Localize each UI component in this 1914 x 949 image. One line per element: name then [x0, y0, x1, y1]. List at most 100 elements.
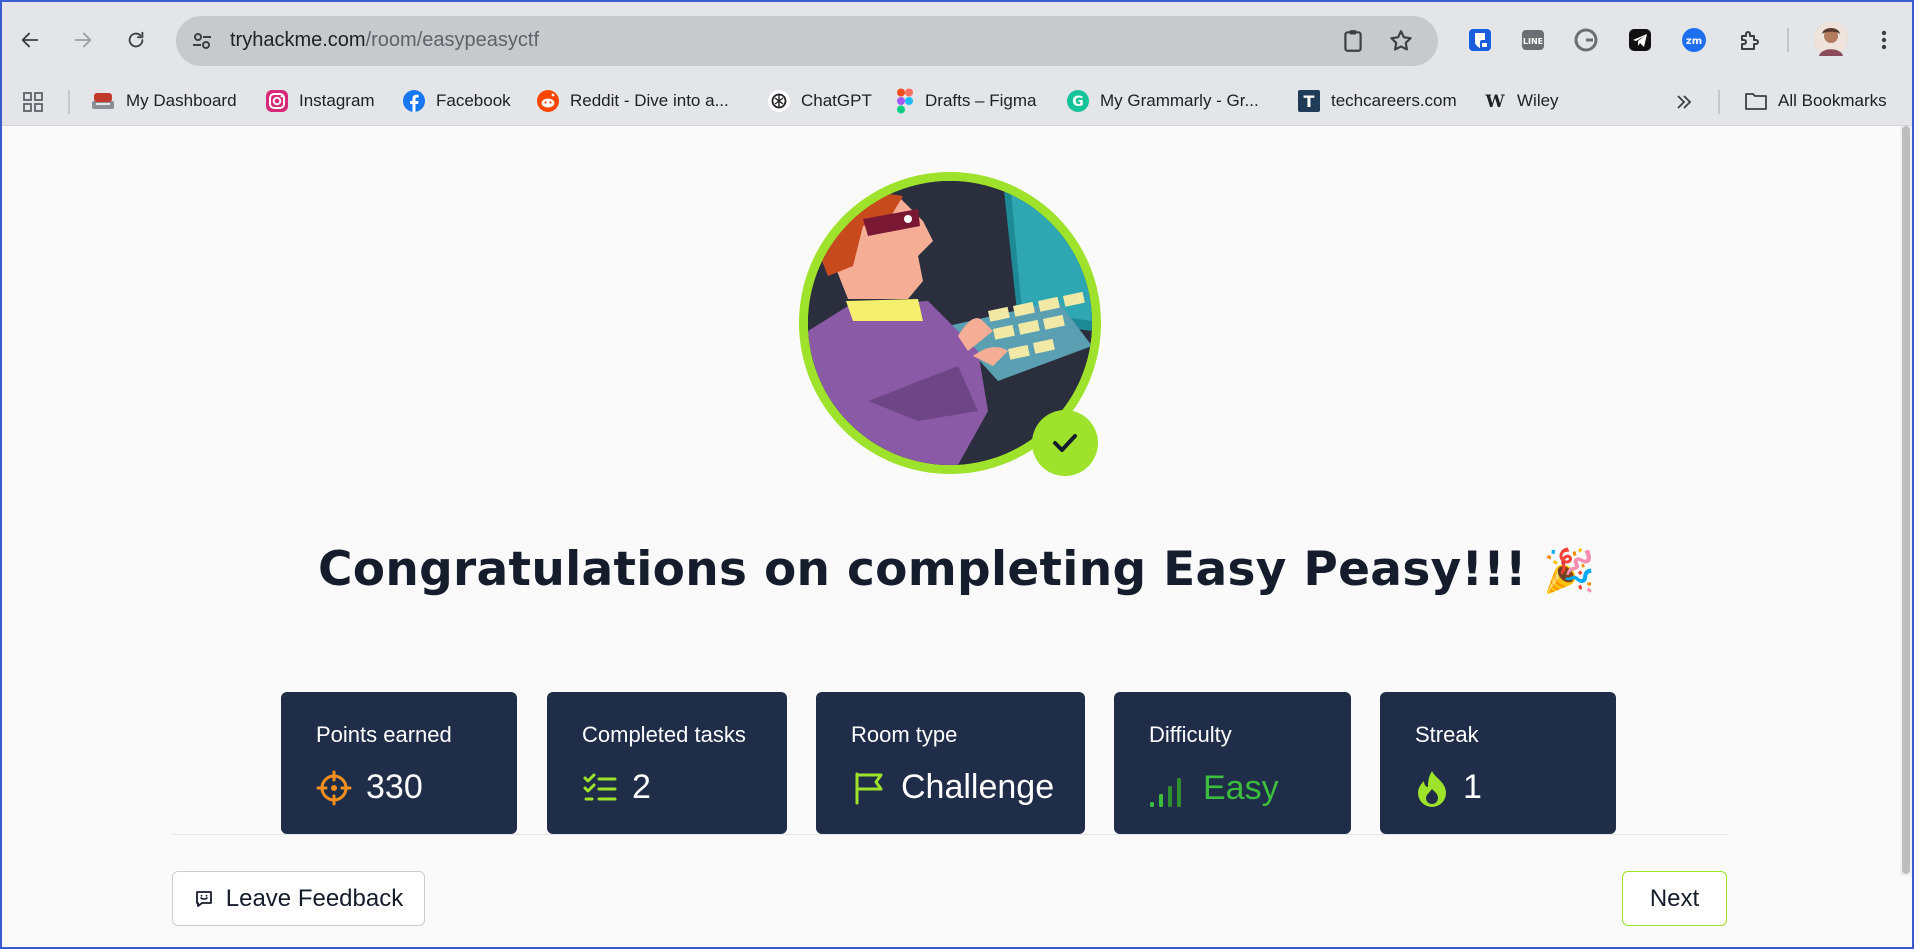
page-title: Congratulations on completing Easy Peasy…	[2, 542, 1912, 597]
bookmark-label: My Grammarly - Gr...	[1100, 91, 1259, 110]
facebook-icon	[403, 90, 425, 112]
bookmark-label: My Dashboard	[126, 91, 237, 110]
instagram-icon	[266, 90, 288, 112]
apps-grid-icon[interactable]	[22, 91, 44, 113]
toolbar-separator	[1787, 28, 1789, 52]
profile-avatar[interactable]	[1814, 22, 1848, 56]
stat-label: Points earned	[316, 722, 452, 747]
all-bookmarks-button[interactable]: All Bookmarks	[1744, 78, 1887, 124]
stat-card-difficulty: Difficulty Easy	[1114, 692, 1351, 834]
title-text: Congratulations on completing Easy Peasy…	[317, 542, 1527, 597]
forward-button[interactable]	[67, 24, 99, 56]
stat-value-row: 2	[582, 768, 651, 807]
browser-window: tryhackme.com/room/easypeasyctf LINE zm	[2, 2, 1912, 947]
reload-icon	[128, 31, 144, 48]
target-icon	[316, 770, 352, 805]
more-vertical-icon	[1881, 30, 1887, 50]
stat-value: 1	[1463, 768, 1482, 806]
line-icon: LINE	[1522, 30, 1544, 50]
completed-check-badge	[1032, 410, 1098, 476]
flame-icon	[1418, 770, 1446, 807]
bookmarks-bar: My Dashboard Instagram Facebook Reddit -…	[2, 78, 1912, 126]
bookmark-grammarly[interactable]: G My Grammarly - Gr...	[1066, 78, 1259, 124]
stat-value: Easy	[1203, 768, 1279, 807]
bookmarks-separator	[1718, 90, 1720, 114]
address-bar[interactable]: tryhackme.com/room/easypeasyctf	[176, 16, 1438, 66]
leave-feedback-button[interactable]: Leave Feedback	[172, 871, 425, 926]
next-button[interactable]: Next	[1622, 871, 1727, 926]
bookmarks-separator	[68, 90, 70, 114]
stat-card-points: Points earned 330	[281, 692, 517, 834]
svg-text:zm: zm	[1686, 36, 1702, 47]
stat-label: Room type	[851, 722, 958, 747]
stat-label: Difficulty	[1149, 722, 1232, 747]
stat-value-row: 1	[1415, 768, 1482, 807]
telegram-extension[interactable]	[1626, 26, 1654, 54]
stat-card-streak: Streak 1	[1380, 692, 1616, 834]
chevron-double-right-icon[interactable]	[1674, 92, 1694, 112]
bookmark-label: Reddit - Dive into a...	[570, 91, 729, 110]
site-settings-icon[interactable]	[190, 29, 214, 53]
bitwarden-icon	[1469, 29, 1491, 51]
bookmark-chatgpt[interactable]: ChatGPT	[767, 78, 872, 124]
bookmark-wiley[interactable]: W Wiley	[1483, 78, 1559, 124]
grammarly-icon	[1574, 28, 1598, 52]
bookmark-label: ChatGPT	[801, 91, 872, 110]
bookmark-label: Instagram	[299, 91, 375, 110]
url-path: /room/easypeasyctf	[365, 29, 540, 51]
bookmark-label: techcareers.com	[1331, 91, 1457, 110]
browser-toolbar: tryhackme.com/room/easypeasyctf LINE zm	[2, 2, 1912, 78]
url-domain: tryhackme.com	[230, 29, 366, 51]
grammarly-icon: G	[1067, 90, 1089, 112]
telegram-icon	[1629, 29, 1651, 51]
line-extension[interactable]: LINE	[1519, 26, 1547, 54]
folder-icon	[1745, 93, 1767, 110]
extensions-button[interactable]	[1736, 26, 1764, 54]
svg-text:G: G	[1072, 94, 1084, 110]
stat-label: Completed tasks	[582, 722, 746, 747]
stat-value: 2	[632, 768, 651, 806]
url-text[interactable]: tryhackme.com/room/easypeasyctf	[230, 29, 539, 52]
arrow-left-icon	[21, 32, 39, 48]
checklist-icon	[583, 773, 617, 800]
svg-text:W: W	[1484, 92, 1505, 112]
chatgpt-icon	[768, 90, 790, 112]
stat-value: 330	[366, 768, 423, 806]
bitwarden-extension[interactable]	[1466, 26, 1494, 54]
bookmark-label: Wiley	[1517, 91, 1559, 110]
dashboard-icon	[92, 93, 114, 109]
scrollbar-thumb[interactable]	[1902, 126, 1910, 874]
bookmark-label: Facebook	[436, 91, 511, 110]
bookmark-facebook[interactable]: Facebook	[402, 78, 511, 124]
bookmark-instagram[interactable]: Instagram	[265, 78, 375, 124]
figma-icon	[897, 88, 913, 114]
wiley-icon: W	[1484, 92, 1505, 112]
bookmark-star-icon[interactable]	[1388, 28, 1414, 54]
bookmark-my-dashboard[interactable]: My Dashboard	[90, 78, 237, 124]
zoom-extension[interactable]: zm	[1680, 26, 1708, 54]
page-scrollbar[interactable]	[1900, 126, 1912, 876]
stat-card-room-type: Room type Challenge	[816, 692, 1085, 834]
stat-value: Challenge	[901, 768, 1055, 806]
bookmark-label: Drafts – Figma	[925, 91, 1037, 110]
bookmark-techcareers[interactable]: T techcareers.com	[1297, 78, 1457, 124]
stat-card-tasks: Completed tasks 2	[547, 692, 787, 834]
reload-button[interactable]	[120, 24, 152, 56]
next-label: Next	[1649, 884, 1700, 912]
feedback-icon	[195, 890, 212, 907]
browser-menu-button[interactable]	[1870, 26, 1898, 54]
check-icon	[1053, 434, 1077, 452]
back-button[interactable]	[14, 24, 46, 56]
svg-text:T: T	[1304, 92, 1315, 111]
bookmark-reddit[interactable]: Reddit - Dive into a...	[536, 78, 729, 124]
party-popper-icon: 🎉	[1543, 546, 1597, 595]
clipboard-icon[interactable]	[1340, 28, 1366, 54]
grammarly-extension[interactable]	[1572, 26, 1600, 54]
techcareers-icon: T	[1298, 90, 1320, 112]
all-bookmarks-label: All Bookmarks	[1778, 91, 1887, 110]
flag-icon	[855, 772, 883, 804]
bookmark-figma[interactable]: Drafts – Figma	[895, 78, 1036, 124]
avatar-icon	[1814, 22, 1848, 56]
stat-value-row: Easy	[1149, 768, 1279, 808]
footer-divider	[172, 834, 1728, 835]
